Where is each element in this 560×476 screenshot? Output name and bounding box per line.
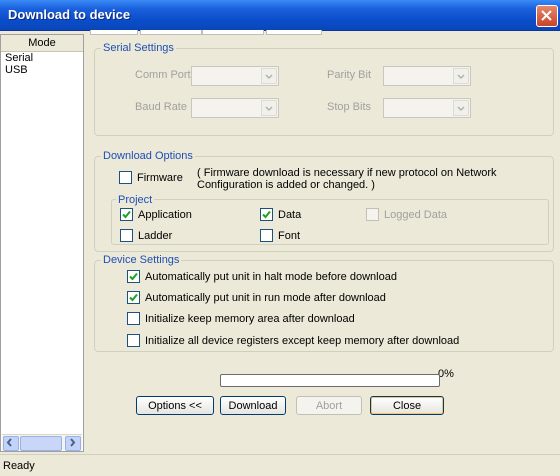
init-device-registers-checkbox[interactable]: Initialize all device registers except k… bbox=[127, 334, 459, 347]
check-icon bbox=[129, 293, 138, 302]
font-checkbox[interactable]: Font bbox=[260, 229, 300, 242]
stop-bits-select[interactable] bbox=[383, 98, 471, 118]
chevron-right-icon bbox=[70, 438, 76, 447]
init-keep-memory-checkbox[interactable]: Initialize keep memory area after downlo… bbox=[127, 312, 355, 325]
checkbox[interactable] bbox=[127, 291, 140, 304]
options-button[interactable]: Options << bbox=[136, 396, 214, 415]
data-checkbox[interactable]: Data bbox=[260, 208, 301, 221]
chevron-down-icon bbox=[261, 68, 277, 84]
check-icon bbox=[129, 272, 138, 281]
checkbox[interactable] bbox=[127, 270, 140, 283]
ladder-checkbox[interactable]: Ladder bbox=[120, 229, 172, 242]
status-text: Ready bbox=[3, 460, 35, 472]
halt-mode-label: Automatically put unit in halt mode befo… bbox=[145, 270, 397, 283]
init-keep-memory-label: Initialize keep memory area after downlo… bbox=[145, 312, 355, 325]
serial-settings-legend: Serial Settings bbox=[101, 42, 176, 54]
checkbox[interactable] bbox=[127, 312, 140, 325]
parity-bit-select[interactable] bbox=[383, 66, 471, 86]
close-icon bbox=[541, 10, 552, 21]
download-options-group: Download Options Firmware ( Firmware dow… bbox=[94, 150, 554, 252]
run-mode-label: Automatically put unit in run mode after… bbox=[145, 291, 386, 304]
application-checkbox[interactable]: Application bbox=[120, 208, 192, 221]
chevron-down-icon bbox=[453, 68, 469, 84]
close-window-button[interactable] bbox=[536, 5, 558, 27]
serial-settings-group: Serial Settings Comm Port Parity Bit Bau… bbox=[94, 42, 554, 136]
progress-bar bbox=[220, 374, 440, 387]
checkbox[interactable] bbox=[120, 208, 133, 221]
scroll-right-button[interactable] bbox=[65, 436, 81, 451]
application-label: Application bbox=[138, 208, 192, 221]
progress-percent: 0% bbox=[438, 368, 454, 380]
firmware-note: ( Firmware download is necessary if new … bbox=[197, 167, 497, 191]
title-bar: Download to device bbox=[0, 0, 560, 31]
main-panel: Serial Settings Comm Port Parity Bit Bau… bbox=[86, 34, 558, 452]
ladder-label: Ladder bbox=[138, 229, 173, 242]
window-title: Download to device bbox=[8, 7, 131, 22]
init-device-registers-label: Initialize all device registers except k… bbox=[145, 334, 460, 347]
firmware-checkbox[interactable]: Firmware bbox=[119, 171, 183, 184]
abort-button[interactable]: Abort bbox=[296, 396, 362, 415]
logged-data-checkbox[interactable]: Logged Data bbox=[366, 208, 447, 221]
download-button[interactable]: Download bbox=[220, 396, 286, 415]
run-mode-checkbox[interactable]: Automatically put unit in run mode after… bbox=[127, 291, 386, 304]
scroll-left-button[interactable] bbox=[3, 436, 19, 451]
checkbox[interactable] bbox=[127, 334, 140, 347]
scroll-thumb[interactable] bbox=[20, 436, 62, 451]
baud-rate-select[interactable] bbox=[191, 98, 279, 118]
close-button[interactable]: Close bbox=[370, 396, 444, 415]
data-label: Data bbox=[278, 208, 302, 221]
mode-list: Mode Serial USB bbox=[0, 34, 84, 452]
checkbox[interactable] bbox=[260, 208, 273, 221]
check-icon bbox=[262, 210, 271, 219]
device-settings-legend: Device Settings bbox=[101, 254, 182, 266]
checkbox[interactable] bbox=[120, 229, 133, 242]
logged-data-label: Logged Data bbox=[384, 208, 447, 221]
status-bar: Ready bbox=[0, 454, 560, 476]
mode-list-item-serial[interactable]: Serial bbox=[1, 52, 83, 64]
checkbox[interactable] bbox=[260, 229, 273, 242]
font-label: Font bbox=[278, 229, 301, 242]
chevron-down-icon bbox=[261, 100, 277, 116]
project-group: Project Application Data Logged Data Lad… bbox=[111, 194, 549, 245]
chevron-down-icon bbox=[453, 100, 469, 116]
parity-bit-label: Parity Bit bbox=[327, 69, 372, 81]
mode-list-scrollbar[interactable] bbox=[2, 434, 82, 451]
firmware-label: Firmware bbox=[137, 171, 183, 184]
chevron-left-icon bbox=[6, 438, 12, 447]
comm-port-select[interactable] bbox=[191, 66, 279, 86]
baud-rate-label: Baud Rate bbox=[135, 101, 187, 113]
project-legend: Project bbox=[116, 194, 155, 206]
checkbox[interactable] bbox=[366, 208, 379, 221]
device-settings-group: Device Settings Automatically put unit i… bbox=[94, 254, 554, 352]
download-options-legend: Download Options bbox=[101, 150, 195, 162]
mode-list-header: Mode bbox=[1, 35, 83, 52]
halt-mode-checkbox[interactable]: Automatically put unit in halt mode befo… bbox=[127, 270, 397, 283]
check-icon bbox=[122, 210, 131, 219]
comm-port-label: Comm Port bbox=[135, 69, 191, 81]
checkbox[interactable] bbox=[119, 171, 132, 184]
mode-list-item-usb[interactable]: USB bbox=[1, 64, 83, 76]
stop-bits-label: Stop Bits bbox=[327, 101, 372, 113]
